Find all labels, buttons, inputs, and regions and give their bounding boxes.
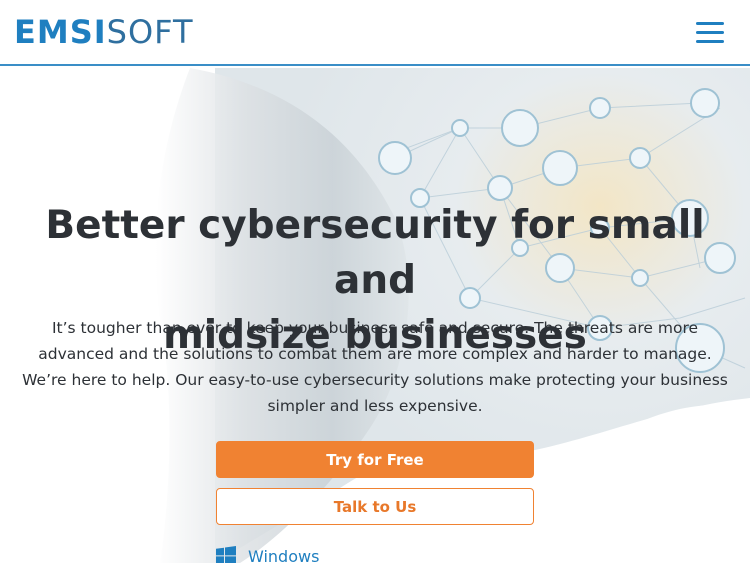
try-for-free-button[interactable]: Try for Free [216,441,534,478]
menu-bar-1 [696,22,724,25]
headline-line-1: Better cybersecurity for small and [45,203,705,303]
site-header: EMSISOFT [0,0,750,66]
hero-section: Better cybersecurity for small and midsi… [0,68,750,563]
windows-platform-link[interactable]: Windows [216,545,319,563]
logo-part-emsi: EMSI [14,13,107,51]
emsisoft-logo[interactable]: EMSISOFT [14,12,194,52]
windows-logo-icon [216,546,236,563]
hamburger-menu-icon[interactable] [696,22,724,44]
menu-bar-3 [696,40,724,43]
menu-bar-2 [696,31,724,34]
hero-description: It’s tougher than ever to keep your busi… [22,319,728,415]
talk-to-us-button[interactable]: Talk to Us [216,488,534,525]
windows-label: Windows [248,546,320,563]
logo-part-soft: SOFT [106,13,194,51]
